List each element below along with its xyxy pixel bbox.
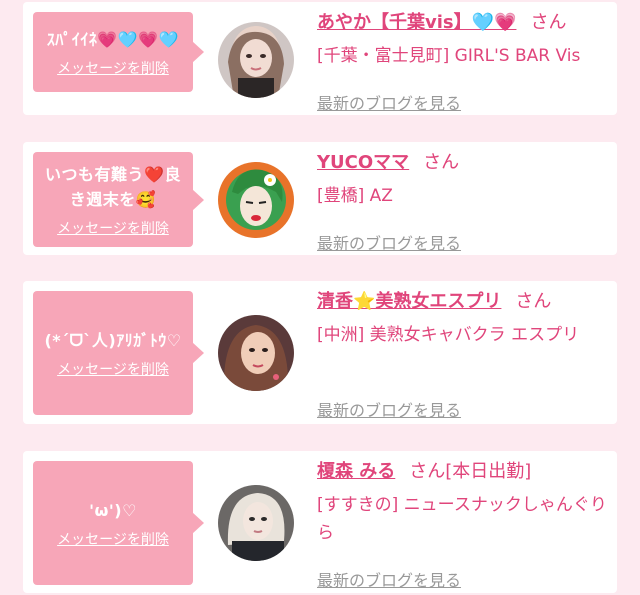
avatar[interactable]	[218, 315, 294, 391]
delete-message-link[interactable]: メッセージを削除	[57, 218, 169, 238]
honorific: さん	[423, 152, 460, 173]
message-bubble: 'ω')♡ メッセージを削除	[33, 461, 204, 585]
shop-info: [千葉・富士見町] GIRL'S BAR Vis	[317, 46, 581, 66]
entry-info: 榎森 みる さん[本日出勤] [すすきの] ニュースナックしゃんぐりら 最新のブロ…	[317, 459, 612, 590]
work-status: [本日出勤]	[445, 461, 532, 482]
message-list: ｽﾊﾟｲｲﾈ💗🩵💗🩵 メッセージを削除 あやか【千葉vis】🩵💗 さん [千葉・富…	[0, 0, 640, 595]
shop-info: [豊橋] AZ	[317, 186, 393, 206]
latest-blog-link[interactable]: 最新のブログを見る	[317, 90, 461, 114]
entry-info: 清香⭐美熟女エスプリ さん [中洲] 美熟女キャバクラ エスプリ 最新のブログを見…	[317, 289, 612, 420]
message-text: ｽﾊﾟｲｲﾈ💗🩵💗🩵	[46, 29, 180, 49]
shop-info: [中洲] 美熟女キャバクラ エスプリ	[317, 325, 580, 345]
avatar[interactable]	[218, 485, 294, 561]
honorific: さん	[515, 291, 552, 312]
honorific: さん	[530, 12, 567, 33]
user-name-link[interactable]: 清香⭐美熟女エスプリ	[317, 291, 501, 312]
message-text: 'ω')♡	[89, 500, 137, 520]
honorific: さん	[409, 461, 446, 482]
entry-info: YUCOママ さん [豊橋] AZ 最新のブログを見る	[317, 150, 612, 253]
delete-message-link[interactable]: メッセージを削除	[57, 359, 169, 379]
list-item: 'ω')♡ メッセージを削除 榎森 みる さん[本日出勤] [すすきの] ニュース…	[23, 451, 617, 593]
shop-info: [すすきの] ニュースナックしゃんぐりら	[317, 495, 607, 543]
entry-info: あやか【千葉vis】🩵💗 さん [千葉・富士見町] GIRL'S BAR Vis …	[317, 10, 612, 113]
list-item: (*ˊᗜˋ人)ｱﾘｶﾞﾄｳ♡ メッセージを削除 清香⭐美熟女エスプリ さん [中洲…	[23, 281, 617, 424]
user-name-link[interactable]: 榎森 みる	[317, 461, 395, 482]
avatar[interactable]	[218, 162, 294, 238]
message-bubble: いつも有難う❤️良き週末を🥰 メッセージを削除	[33, 152, 204, 247]
message-bubble: ｽﾊﾟｲｲﾈ💗🩵💗🩵 メッセージを削除	[33, 12, 204, 92]
message-text: いつも有難う❤️良き週末を🥰	[45, 164, 181, 209]
latest-blog-link[interactable]: 最新のブログを見る	[317, 230, 461, 254]
avatar[interactable]	[218, 22, 294, 98]
delete-message-link[interactable]: メッセージを削除	[57, 58, 169, 78]
delete-message-link[interactable]: メッセージを削除	[57, 529, 169, 549]
latest-blog-link[interactable]: 最新のブログを見る	[317, 397, 461, 421]
message-text: (*ˊᗜˋ人)ｱﾘｶﾞﾄｳ♡	[44, 330, 182, 350]
list-item: いつも有難う❤️良き週末を🥰 メッセージを削除 YUCOママ さん [豊橋] AZ…	[23, 142, 617, 255]
message-bubble: (*ˊᗜˋ人)ｱﾘｶﾞﾄｳ♡ メッセージを削除	[33, 291, 204, 415]
list-item: ｽﾊﾟｲｲﾈ💗🩵💗🩵 メッセージを削除 あやか【千葉vis】🩵💗 さん [千葉・富…	[23, 2, 617, 115]
latest-blog-link[interactable]: 最新のブログを見る	[317, 567, 461, 591]
user-name-link[interactable]: あやか【千葉vis】🩵💗	[317, 12, 516, 33]
user-name-link[interactable]: YUCOママ	[317, 152, 409, 173]
